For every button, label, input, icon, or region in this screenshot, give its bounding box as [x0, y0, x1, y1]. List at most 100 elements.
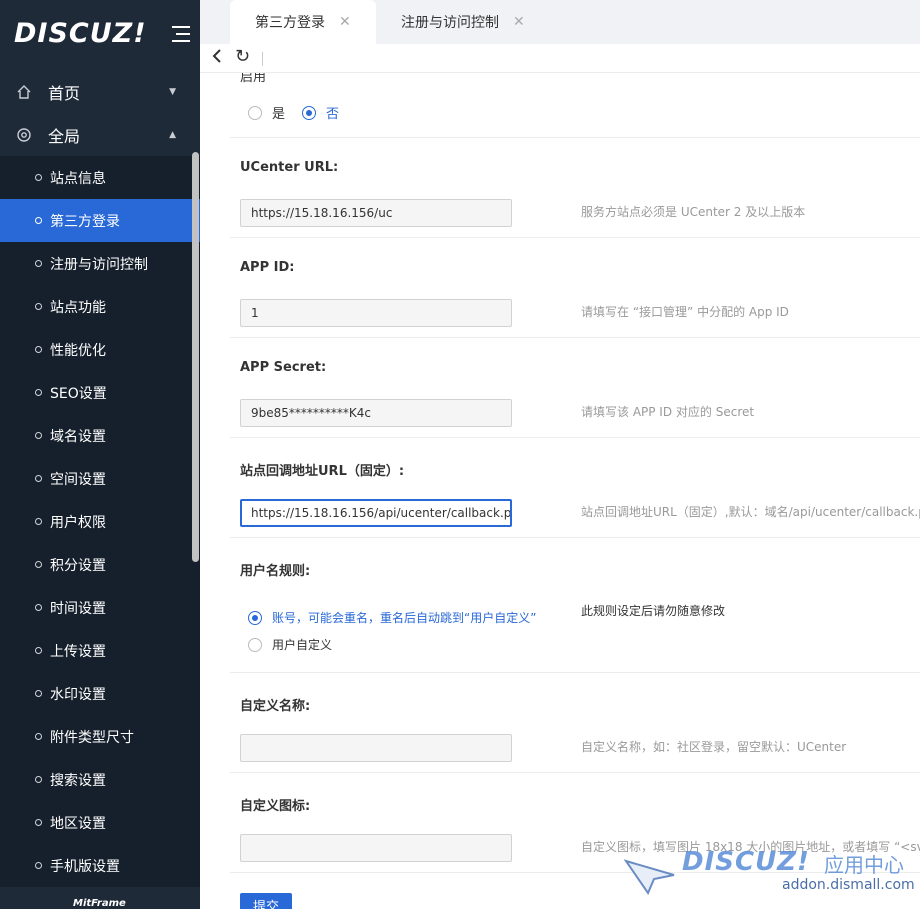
callback-url-help: 站点回调地址URL（固定）,默认：域名/api/ucenter/callback… — [581, 505, 920, 519]
sidebar-item-seo[interactable]: SEO设置 — [0, 371, 200, 414]
sidebar-item-watermark[interactable]: 水印设置 — [0, 672, 200, 715]
callback-url-input[interactable]: https://15.18.16.156/api/ucenter/callbac… — [240, 499, 512, 527]
bullet-icon — [35, 389, 42, 396]
caret-up-icon: ▲ — [169, 129, 176, 140]
gear-icon — [17, 127, 31, 142]
custom-name-help: 自定义名称，如：社区登录，留空默认：UCenter — [581, 740, 847, 754]
bullet-icon — [35, 432, 42, 439]
sidebar-item-label: 第三方登录 — [50, 213, 120, 230]
radio-button[interactable] — [302, 105, 316, 120]
divider — [230, 772, 920, 773]
sidebar-item-user-permissions[interactable]: 用户权限 — [0, 500, 200, 543]
custom-icon-label: 自定义图标: — [240, 799, 311, 814]
enable-no-option[interactable]: 否 — [302, 103, 339, 122]
bullet-icon — [35, 647, 42, 654]
sidebar-item-label: 上传设置 — [50, 643, 106, 660]
sidebar-item-label: SEO设置 — [50, 385, 107, 402]
app-id-label: APP ID: — [240, 260, 295, 275]
radio-label: 账号，可能会重名，重名后自动跳到“用户自定义” — [272, 611, 537, 625]
radio-button[interactable] — [248, 105, 262, 120]
bullet-icon — [35, 819, 42, 826]
sidebar-item-registration[interactable]: 注册与访问控制 — [0, 242, 200, 285]
submit-button[interactable]: 提交 — [240, 893, 292, 909]
app-secret-help: 请填写该 APP ID 对应的 Secret — [581, 405, 755, 419]
sidebar-item-search[interactable]: 搜索设置 — [0, 758, 200, 801]
watermark-subtitle: 应用中心 — [824, 853, 904, 877]
sidebar-item-global[interactable]: 全局 ▲ — [0, 113, 200, 156]
bullet-icon — [35, 733, 42, 740]
bullet-icon — [35, 475, 42, 482]
custom-name-input[interactable] — [240, 734, 512, 762]
app-secret-label: APP Secret: — [240, 360, 327, 375]
ucenter-url-input[interactable]: https://15.18.16.156/uc — [240, 199, 512, 227]
sidebar-item-label: 首页 — [48, 83, 81, 103]
app-id-help: 请填写在 “接口管理” 中分配的 App ID — [581, 305, 789, 319]
sidebar-item-time[interactable]: 时间设置 — [0, 586, 200, 629]
sidebar-item-domain[interactable]: 域名设置 — [0, 414, 200, 457]
tab-third-party-login[interactable]: 第三方登录 ✕ — [230, 0, 376, 44]
bullet-icon — [35, 862, 42, 869]
enable-yes-option[interactable]: 是 — [248, 103, 285, 122]
app-id-input[interactable]: 1 — [240, 299, 512, 327]
bullet-icon — [35, 346, 42, 353]
sidebar-item-site-features[interactable]: 站点功能 — [0, 285, 200, 328]
sidebar-item-home[interactable]: 首页 ▼ — [0, 70, 200, 113]
sidebar-item-upload[interactable]: 上传设置 — [0, 629, 200, 672]
divider — [230, 437, 920, 438]
close-icon[interactable]: ✕ — [513, 14, 525, 30]
app-secret-input[interactable]: 9be85**********K4c — [240, 399, 512, 427]
divider — [230, 337, 920, 338]
username-rule-custom-option[interactable]: 用户自定义 — [248, 636, 332, 653]
sidebar-item-space[interactable]: 空间设置 — [0, 457, 200, 500]
watermark: DISCUZ! 应用中心 addon.dismall.com — [624, 845, 920, 909]
home-icon — [17, 84, 31, 99]
back-icon[interactable] — [212, 48, 222, 69]
sidebar-item-label: 附件类型尺寸 — [50, 729, 134, 746]
sidebar-item-region[interactable]: 地区设置 — [0, 801, 200, 844]
custom-icon-input[interactable] — [240, 834, 512, 862]
close-icon[interactable]: ✕ — [339, 14, 351, 30]
sidebar-item-attachment-types[interactable]: 附件类型尺寸 — [0, 715, 200, 758]
menu-toggle-icon[interactable] — [170, 26, 190, 44]
sidebar: DISCUZ! 首页 ▼ 全局 ▲ 站点信息 第三方登录 注册与访问控制 站点功… — [0, 0, 200, 909]
settings-form: 启用 是 否 UCenter URL: https://15.18.16.156… — [200, 73, 920, 909]
username-rule-account-option[interactable]: 账号，可能会重名，重名后自动跳到“用户自定义” — [248, 609, 536, 626]
ucenter-url-help: 服务方站点必须是 UCenter 2 及以上版本 — [581, 205, 806, 219]
bullet-icon — [35, 776, 42, 783]
tab-registration[interactable]: 注册与访问控制 ✕ — [376, 0, 536, 44]
bullet-icon — [35, 260, 42, 267]
sidebar-item-third-party-login[interactable]: 第三方登录 — [0, 199, 200, 242]
radio-label: 是 — [272, 107, 286, 122]
sidebar-item-label: 域名设置 — [50, 428, 106, 445]
sidebar-item-site-info[interactable]: 站点信息 — [0, 156, 200, 199]
toolbar-divider — [262, 52, 263, 66]
sidebar-item-label: 空间设置 — [50, 471, 106, 488]
global-submenu: 站点信息 第三方登录 注册与访问控制 站点功能 性能优化 SEO设置 域名设置 … — [0, 156, 200, 887]
sidebar-item-label: 站点信息 — [50, 170, 106, 187]
sidebar-item-label: 手机版设置 — [50, 858, 120, 875]
sidebar-scrollbar[interactable] — [192, 152, 199, 562]
discuz-logo[interactable]: DISCUZ! — [14, 18, 147, 49]
bullet-icon — [35, 174, 42, 181]
username-rule-help: 此规则设定后请勿随意修改 — [581, 604, 726, 618]
sidebar-item-label: 时间设置 — [50, 600, 106, 617]
refresh-icon[interactable]: ↻ — [235, 46, 250, 67]
tab-bar: 第三方登录 ✕ 注册与访问控制 ✕ — [200, 0, 920, 44]
radio-button[interactable] — [248, 637, 262, 652]
radio-button[interactable] — [248, 610, 262, 625]
tab-label: 注册与访问控制 — [401, 15, 499, 31]
bullet-icon — [35, 217, 42, 224]
bullet-icon — [35, 604, 42, 611]
radio-label: 否 — [326, 107, 340, 122]
toolbar: ↻ — [200, 44, 920, 73]
sidebar-item-credits[interactable]: 积分设置 — [0, 543, 200, 586]
sidebar-item-label: 全局 — [48, 126, 81, 146]
sidebar-item-label: 用户权限 — [50, 514, 106, 531]
custom-name-label: 自定义名称: — [240, 699, 311, 714]
bullet-icon — [35, 561, 42, 568]
cursor-icon — [624, 859, 675, 895]
sidebar-item-label: 搜索设置 — [50, 772, 106, 789]
sidebar-item-mobile[interactable]: 手机版设置 — [0, 844, 200, 887]
sidebar-item-label: 性能优化 — [50, 342, 106, 359]
sidebar-item-performance[interactable]: 性能优化 — [0, 328, 200, 371]
